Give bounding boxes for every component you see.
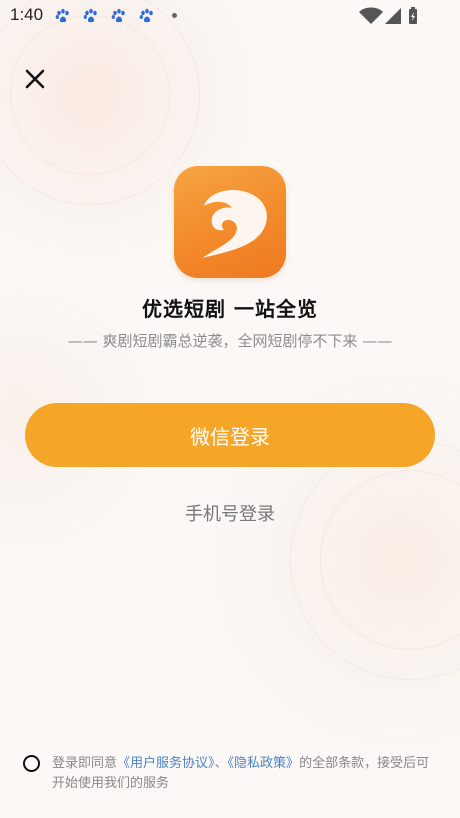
user-agreement-link[interactable]: 《用户服务协议》 (117, 756, 215, 771)
app-slogan-title: 优选短剧 一站全览 (142, 297, 318, 321)
baidu-paw-icon (83, 8, 97, 23)
battery-icon (409, 7, 417, 24)
system-status-icons (359, 7, 417, 24)
wechat-login-button[interactable]: 微信登录 (25, 403, 435, 467)
agreement-radio[interactable] (23, 755, 40, 772)
baidu-paw-icon (111, 8, 125, 23)
agreement-prefix: 登录即同意 (52, 756, 118, 771)
baidu-paw-icon (55, 8, 69, 23)
privacy-policy-link[interactable]: 《隐私政策》 (228, 756, 300, 771)
more-notifications-dot (172, 13, 177, 18)
baidu-paw-icon (139, 8, 153, 23)
wifi-icon (359, 7, 383, 24)
status-time: 1:40 (10, 5, 44, 24)
app-slogan-subtitle: —— 爽剧短剧霸总逆袭，全网短剧停不下来 —— (67, 332, 393, 350)
phone-login-link[interactable]: 手机号登录 (0, 500, 460, 526)
app-logo-icon (174, 166, 286, 278)
close-icon[interactable] (22, 66, 48, 92)
agreement-separator: 、 (214, 756, 228, 771)
status-bar: 1:40 (0, 0, 460, 32)
agreement-text: 登录即同意《用户服务协议》、《隐私政策》的全部条款，接受后可开始使用我们的服务 (52, 754, 432, 794)
signal-icon (385, 8, 401, 24)
